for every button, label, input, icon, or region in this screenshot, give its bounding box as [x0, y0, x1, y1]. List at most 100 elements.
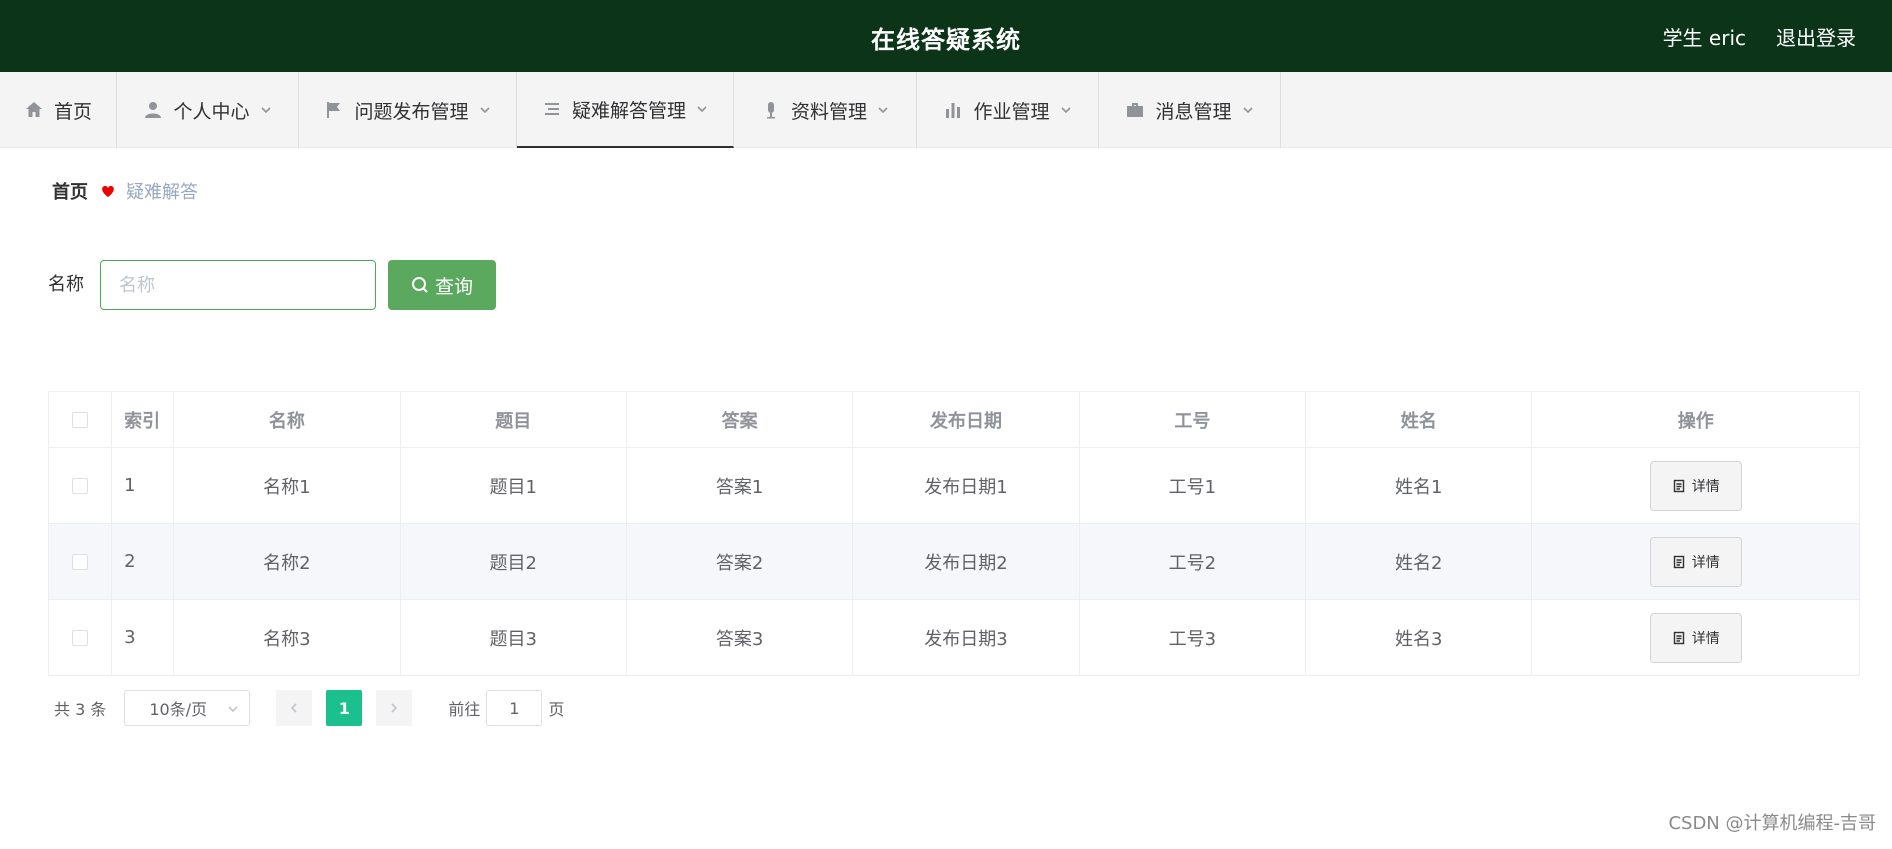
- column-header: 操作: [1531, 391, 1860, 448]
- user-icon: [145, 102, 162, 118]
- breadcrumb: 首页 疑难解答: [24, 160, 1884, 222]
- column-header: 工号: [1078, 391, 1307, 448]
- cell-index: 1: [111, 447, 175, 524]
- nav-item-label: 首页: [53, 100, 92, 123]
- breadcrumb-home[interactable]: 首页: [52, 178, 88, 204]
- table-header-row: 索引 名称 题目 答案 发布日期 工号 姓名 操作: [47, 391, 1860, 448]
- row-checkbox[interactable]: [72, 554, 89, 570]
- column-header: 答案: [625, 391, 854, 448]
- current-user: 学生 eric: [1662, 26, 1746, 50]
- document-icon: [1673, 555, 1684, 568]
- cell-job-no: 工号1: [1078, 447, 1307, 524]
- chevron-down-icon: [697, 106, 707, 113]
- detail-button[interactable]: 详情: [1649, 612, 1742, 663]
- page-size-select[interactable]: 10条/页: [124, 690, 251, 726]
- nav-item-question-publish[interactable]: 问题发布管理: [299, 72, 517, 148]
- nav-item-label: 疑难解答管理: [571, 99, 686, 122]
- cell-person: 姓名1: [1305, 447, 1533, 524]
- nav-item-label: 消息管理: [1155, 100, 1232, 123]
- cell-actions: 详情: [1531, 447, 1860, 524]
- cell-index: 2: [111, 523, 175, 600]
- document-icon: [1673, 479, 1684, 492]
- detail-button[interactable]: 详情: [1649, 460, 1742, 511]
- row-select-cell: [47, 523, 113, 600]
- nav-item-personal-center[interactable]: 个人中心: [117, 72, 299, 148]
- search-label: 名称: [48, 274, 84, 295]
- briefcase-icon: [1127, 103, 1144, 117]
- chevron-down-icon: [878, 107, 888, 114]
- nav-item-materials[interactable]: 资料管理: [734, 72, 917, 148]
- cell-topic: 题目1: [399, 447, 627, 524]
- cell-topic: 题目2: [399, 523, 627, 600]
- cell-date: 发布日期3: [852, 599, 1080, 676]
- home-icon: [25, 102, 42, 117]
- nav-item-difficult-answer[interactable]: 疑难解答管理: [517, 72, 734, 148]
- chevron-down-icon: [479, 107, 490, 114]
- cell-actions: 详情: [1531, 523, 1860, 600]
- cell-job-no: 工号2: [1078, 523, 1307, 600]
- column-header: 题目: [399, 391, 627, 448]
- chevron-down-icon: [260, 107, 271, 114]
- nav-item-label: 作业管理: [973, 100, 1050, 123]
- cell-job-no: 工号3: [1078, 599, 1307, 676]
- results-table: 索引 名称 题目 答案 发布日期 工号 姓名 操作 1 名称1 题目1 答案1 …: [47, 391, 1860, 676]
- nav-item-label: 个人中心: [173, 100, 250, 123]
- nav-item-label: 资料管理: [790, 100, 867, 123]
- pagination-total: 共 3 条: [54, 700, 107, 719]
- cell-name: 名称1: [173, 447, 401, 524]
- nav-item-homework[interactable]: 作业管理: [917, 72, 1099, 148]
- chevron-down-icon: [1060, 107, 1071, 114]
- nav-item-messages[interactable]: 消息管理: [1099, 72, 1281, 148]
- cell-date: 发布日期2: [852, 523, 1080, 600]
- detail-button-label: 详情: [1691, 478, 1720, 495]
- search-button[interactable]: 查询: [388, 260, 496, 310]
- list-icon: [544, 103, 559, 115]
- select-all-checkbox[interactable]: [72, 412, 89, 428]
- chevron-right-icon: [391, 703, 398, 713]
- chevron-down-icon: [228, 706, 238, 713]
- document-icon: [1673, 631, 1684, 644]
- column-header: 名称: [173, 391, 401, 448]
- flag-icon: [327, 102, 341, 118]
- nav-item-label: 问题发布管理: [354, 100, 469, 123]
- goto-unit: 页: [548, 700, 565, 719]
- logout-link[interactable]: 退出登录: [1776, 22, 1856, 51]
- cell-person: 姓名2: [1305, 523, 1533, 600]
- cell-person: 姓名3: [1305, 599, 1533, 676]
- row-select-cell: [47, 447, 113, 524]
- chevron-left-icon: [291, 703, 297, 713]
- cell-name: 名称3: [173, 599, 401, 676]
- row-select-cell: [47, 599, 113, 676]
- top-header: 在线答疑系统 学生 eric 退出登录: [0, 0, 1892, 72]
- cell-name: 名称2: [173, 523, 401, 600]
- breadcrumb-current: 疑难解答: [126, 182, 198, 203]
- microphone-icon: [766, 102, 775, 119]
- search-button-label: 查询: [434, 275, 473, 298]
- cell-date: 发布日期1: [852, 447, 1080, 524]
- cell-answer: 答案2: [625, 523, 854, 600]
- cell-topic: 题目3: [399, 599, 627, 676]
- page-size-value: 10条/页: [149, 700, 208, 719]
- table-row: 3 名称3 题目3 答案3 发布日期3 工号3 姓名3 详情: [47, 599, 1860, 676]
- next-page-button[interactable]: [376, 690, 413, 726]
- content-panel: 名称 查询 索引 名称 题目 答案 发布日期 工号 姓名 操作: [24, 236, 1884, 750]
- column-header: 索引: [111, 391, 175, 448]
- chevron-down-icon: [1242, 107, 1253, 114]
- column-header: 姓名: [1305, 391, 1533, 448]
- watermark: CSDN @计算机编程-吉哥: [1668, 813, 1876, 834]
- goto-label: 前往: [448, 700, 481, 719]
- cell-actions: 详情: [1531, 599, 1860, 676]
- cell-index: 3: [111, 599, 175, 676]
- table-row: 1 名称1 题目1 答案1 发布日期1 工号1 姓名1 详情: [47, 447, 1860, 524]
- row-checkbox[interactable]: [72, 630, 89, 646]
- column-header: 发布日期: [852, 391, 1080, 448]
- row-checkbox[interactable]: [72, 478, 89, 494]
- prev-page-button[interactable]: [276, 690, 313, 726]
- page-number-current[interactable]: 1: [326, 690, 363, 726]
- detail-button-label: 详情: [1691, 630, 1720, 647]
- search-input[interactable]: [100, 260, 376, 310]
- detail-button[interactable]: 详情: [1649, 536, 1742, 587]
- goto-page-input[interactable]: [486, 690, 543, 726]
- nav-item-home[interactable]: 首页: [0, 72, 117, 148]
- search-icon: [411, 277, 428, 293]
